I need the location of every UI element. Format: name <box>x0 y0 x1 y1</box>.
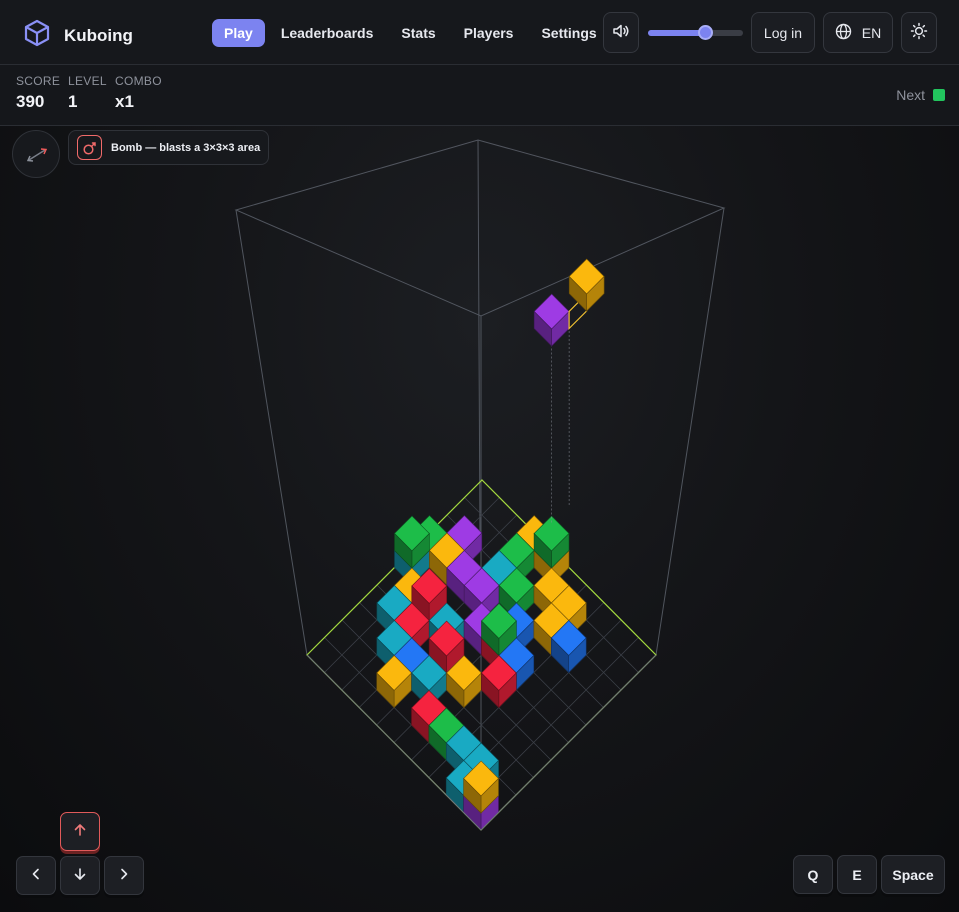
next-piece: Next <box>896 87 945 103</box>
language-label: EN <box>861 24 882 41</box>
level-stat: LEVEL 1 <box>68 74 107 112</box>
combo-value: x1 <box>115 92 134 111</box>
login-button[interactable]: Log in <box>751 12 815 53</box>
score-label: SCORE <box>16 74 61 88</box>
game-board[interactable] <box>0 126 959 912</box>
score-stat: SCORE 390 <box>16 74 60 112</box>
volume-slider[interactable] <box>648 25 743 40</box>
move-down-button[interactable] <box>60 856 100 895</box>
combo-label: COMBO <box>115 74 162 88</box>
volume-button[interactable] <box>603 12 639 53</box>
sun-icon <box>910 22 928 43</box>
speaker-icon <box>612 22 630 43</box>
next-piece-swatch <box>933 89 945 101</box>
arrow-left-icon <box>29 867 43 884</box>
cube-icon <box>24 19 50 52</box>
powerup-hint: Bomb — blasts a 3×3×3 area <box>68 130 270 165</box>
app-name: Kuboing <box>64 25 133 45</box>
nav-play[interactable]: Play <box>212 19 265 47</box>
theme-toggle-button[interactable] <box>901 12 937 53</box>
next-label: Next <box>896 87 925 103</box>
language-button[interactable]: EN <box>823 12 893 53</box>
nav-leaderboards[interactable]: Leaderboards <box>269 19 386 47</box>
globe-icon <box>835 23 852 43</box>
volume-slider-thumb[interactable] <box>698 25 713 40</box>
level-label: LEVEL <box>68 74 107 88</box>
falling-block <box>568 258 605 312</box>
rotate-q-button[interactable]: Q <box>793 855 833 894</box>
drop-space-button[interactable]: Space <box>881 855 945 894</box>
nav-stats[interactable]: Stats <box>389 19 447 47</box>
camera-compass-button[interactable] <box>12 130 60 178</box>
arrow-up-icon <box>73 823 87 840</box>
combo-stat: COMBO x1 <box>115 74 162 112</box>
hud-bar: SCORE 390 LEVEL 1 COMBO x1 Next <box>0 65 959 126</box>
top-navigation-bar: Kuboing Play Leaderboards Stats Players … <box>0 0 959 65</box>
brand[interactable]: Kuboing <box>24 19 133 52</box>
nav-settings[interactable]: Settings <box>529 19 608 47</box>
move-up-button[interactable] <box>60 812 100 851</box>
powerup-text: Bomb — blasts a 3×3×3 area <box>111 141 261 154</box>
move-right-button[interactable] <box>104 856 144 895</box>
falling-piece <box>533 258 605 524</box>
nav-players[interactable]: Players <box>452 19 526 47</box>
arrow-down-icon <box>73 867 87 884</box>
volume-slider-fill <box>648 30 705 36</box>
level-value: 1 <box>68 92 78 111</box>
bomb-icon <box>77 135 102 160</box>
main-nav: Play Leaderboards Stats Players Settings <box>212 19 609 47</box>
move-left-button[interactable] <box>16 856 56 895</box>
falling-block <box>533 293 570 347</box>
rotate-camera-icon <box>13 148 61 183</box>
arrow-right-icon <box>117 867 131 884</box>
rotate-e-button[interactable]: E <box>837 855 877 894</box>
score-value: 390 <box>16 92 45 111</box>
